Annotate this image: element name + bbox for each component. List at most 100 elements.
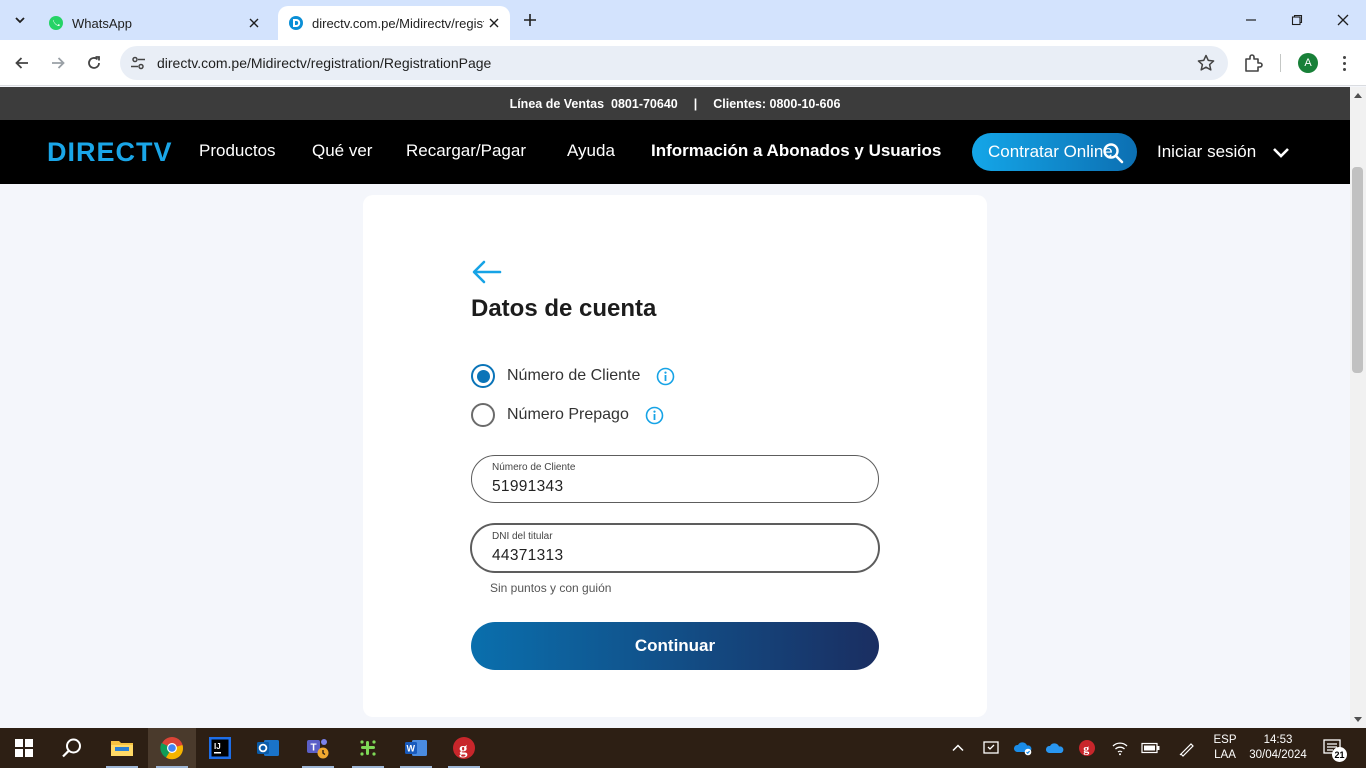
svg-text:g: g [459, 739, 468, 758]
close-tab-icon[interactable] [244, 13, 264, 33]
browser-toolbar: directv.com.pe/Midirectv/registration/Re… [0, 40, 1366, 86]
login-link[interactable]: Iniciar sesión [1157, 142, 1256, 162]
teams-icon[interactable]: T [294, 728, 342, 768]
app-icon[interactable]: g [440, 728, 488, 768]
notification-count-badge: 21 [1332, 747, 1347, 762]
close-icon [1337, 14, 1349, 26]
bookmark-star-icon[interactable] [1196, 53, 1216, 73]
page-title: Datos de cuenta [471, 295, 657, 322]
field-value[interactable]: 44371313 [492, 547, 563, 565]
search-icon[interactable] [1101, 141, 1125, 165]
chevron-down-icon[interactable] [1271, 143, 1291, 163]
page-scrollbar[interactable] [1350, 87, 1366, 728]
system-clock[interactable]: 14:53 30/04/2024 [1246, 733, 1310, 763]
continue-label: Continuar [634, 636, 716, 655]
scroll-down-arrow-icon[interactable] [1354, 717, 1362, 722]
info-icon[interactable] [645, 406, 664, 425]
numero-cliente-field[interactable]: Número de Cliente 51991343 [471, 455, 879, 503]
svg-text:IJ: IJ [214, 742, 221, 751]
arrow-right-icon [52, 57, 65, 69]
radio-numero-cliente[interactable] [471, 364, 495, 388]
back-arrow-icon[interactable] [470, 257, 504, 287]
site-info-icon[interactable] [128, 53, 148, 73]
reload-button[interactable] [81, 50, 107, 76]
svg-text:DIRECTV: DIRECTV [47, 137, 173, 165]
nav-recargar-pagar[interactable]: Recargar/Pagar [406, 141, 526, 161]
registration-card: Datos de cuenta Número de Cliente Número… [363, 195, 987, 717]
outlook-icon[interactable] [244, 728, 292, 768]
new-tab-button[interactable] [518, 8, 542, 32]
close-tab-icon[interactable] [484, 13, 504, 33]
whatsapp-icon [48, 15, 64, 31]
restore-icon [1291, 14, 1303, 26]
app-tray-icon[interactable]: g [1077, 738, 1097, 758]
directv-logo[interactable]: DIRECTV [47, 137, 175, 165]
file-explorer-icon[interactable] [98, 728, 146, 768]
browser-menu-icon[interactable] [1334, 52, 1354, 74]
browser-tab-bar: WhatsApp directv.com.pe/Midirectv/regist [0, 0, 1366, 40]
info-icon[interactable] [656, 367, 675, 386]
continue-button[interactable]: Continuar [471, 622, 879, 670]
address-bar[interactable]: directv.com.pe/Midirectv/registration/Re… [120, 46, 1228, 80]
profile-avatar[interactable]: A [1298, 53, 1318, 73]
slack-icon[interactable] [344, 728, 392, 768]
nav-ayuda[interactable]: Ayuda [567, 141, 615, 161]
clock-time: 14:53 [1263, 734, 1293, 746]
scrollbar-thumb[interactable] [1352, 167, 1363, 373]
arrow-left-icon [15, 57, 28, 69]
chevron-down-icon [15, 17, 25, 24]
contratar-online-label: Contratar Online [988, 142, 1113, 161]
chrome-icon[interactable] [148, 728, 196, 768]
main-navigation: DIRECTV Productos Qué ver Recargar/Pagar… [0, 120, 1350, 184]
language-code: ESP [1213, 734, 1237, 746]
tab-directv[interactable]: directv.com.pe/Midirectv/regist [278, 6, 510, 40]
wifi-icon[interactable] [1110, 738, 1130, 758]
windows-start-icon[interactable] [0, 728, 48, 768]
tab-title: directv.com.pe/Midirectv/regist [312, 15, 484, 31]
restore-button[interactable] [1274, 0, 1320, 40]
minimize-button[interactable] [1228, 0, 1274, 40]
option-numero-prepago[interactable]: Número Prepago [471, 403, 664, 427]
radio-numero-prepago[interactable] [471, 403, 495, 427]
field-label: DNI del titular [492, 531, 553, 542]
svg-text:T: T [311, 743, 317, 754]
scroll-up-arrow-icon[interactable] [1354, 93, 1362, 98]
clients-phone[interactable]: Clientes: 0800-10-606 [713, 97, 840, 111]
svg-text:W: W [407, 744, 416, 754]
battery-icon[interactable] [1141, 738, 1161, 758]
security-shield-icon[interactable] [981, 738, 1001, 758]
tab-search-button[interactable] [8, 8, 32, 32]
nav-informacion-abonados[interactable]: Información a Abonados y Usuarios [651, 141, 941, 161]
nav-productos[interactable]: Productos [199, 141, 276, 161]
dni-titular-field[interactable]: DNI del titular 44371313 [471, 524, 879, 572]
field-hint: Sin puntos y con guión [490, 581, 612, 595]
svg-text:g: g [1083, 742, 1089, 756]
url-text: directv.com.pe/Midirectv/registration/Re… [157, 55, 492, 71]
reload-icon [88, 56, 100, 69]
field-value[interactable]: 51991343 [492, 478, 563, 496]
option-numero-cliente[interactable]: Número de Cliente [471, 364, 675, 388]
nav-que-ver[interactable]: Qué ver [312, 141, 372, 161]
sales-phone[interactable]: Línea de Ventas 0801-70640 [510, 97, 678, 111]
pen-icon[interactable] [1177, 738, 1197, 758]
onedrive-icon[interactable] [1045, 738, 1065, 758]
keyboard-layout: LAA [1214, 749, 1236, 761]
extensions-puzzle-icon[interactable] [1242, 52, 1264, 74]
forward-button[interactable] [45, 50, 71, 76]
directv-favicon [288, 15, 304, 31]
close-window-button[interactable] [1320, 0, 1366, 40]
search-icon[interactable] [48, 728, 96, 768]
intellij-icon[interactable]: IJ [196, 728, 244, 768]
back-button[interactable] [9, 50, 35, 76]
contact-separator: | [693, 96, 698, 111]
chevron-up-icon[interactable] [948, 738, 968, 758]
tab-whatsapp[interactable]: WhatsApp [38, 6, 270, 40]
language-indicator[interactable]: ESP LAA [1212, 733, 1238, 763]
word-icon[interactable]: W [392, 728, 440, 768]
radio-label: Número Prepago [507, 406, 629, 423]
radio-label: Número de Cliente [507, 367, 641, 384]
page-viewport: Línea de Ventas 0801-70640 | Clientes: 0… [0, 87, 1350, 728]
minimize-icon [1246, 19, 1256, 21]
onedrive-sync-icon[interactable] [1013, 738, 1033, 758]
contact-bar: Línea de Ventas 0801-70640 | Clientes: 0… [0, 87, 1350, 120]
